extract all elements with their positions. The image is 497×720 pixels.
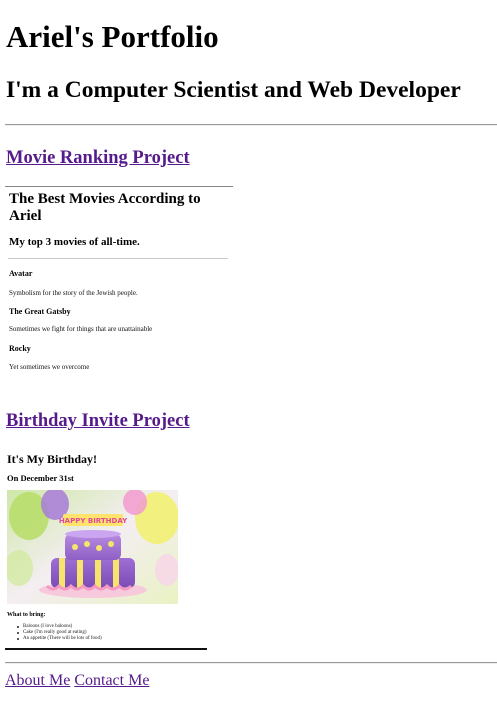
contact-me-link[interactable]: Contact Me (74, 672, 149, 689)
header-divider (5, 124, 497, 126)
preview-title: The Best Movies According to Ariel (9, 191, 201, 224)
movie-ranking-preview[interactable]: The Best Movies According to Ariel My to… (5, 186, 233, 382)
preview-border (5, 186, 233, 187)
birthday-cake-image: HAPPY BIRTHDAY (7, 490, 178, 604)
footer-nav: About Me Contact Me (5, 671, 149, 691)
bring-list-heading: What to bring: (7, 612, 46, 618)
birthday-invite-project-link[interactable]: Birthday Invite Project (6, 409, 190, 433)
movie-name: Avatar (9, 269, 33, 278)
preview-divider (8, 258, 228, 259)
preview-border (5, 648, 207, 650)
movie-ranking-project-link[interactable]: Movie Ranking Project (6, 146, 190, 170)
movie-name: Rocky (9, 344, 31, 353)
preview-title: It's My Birthday! (7, 452, 97, 466)
movie-description: Symbolism for the story of the Jewish pe… (9, 289, 138, 297)
birthday-invite-preview[interactable]: It's My Birthday! On December 31st HAPPY… (5, 446, 207, 651)
bring-list: Baloons (I love baloons) Cake (I'm reall… (17, 624, 102, 642)
movie-description: Sometimes we fight for things that are u… (9, 325, 153, 333)
portfolio-page: Ariel's Portfolio I'm a Computer Scienti… (0, 0, 497, 720)
footer-divider (5, 662, 497, 664)
list-item: An appetite (There will be lots of food) (17, 636, 102, 642)
page-title: Ariel's Portfolio (6, 19, 219, 54)
preview-date: On December 31st (7, 473, 74, 483)
about-me-link[interactable]: About Me (5, 672, 70, 689)
page-subtitle: I'm a Computer Scientist and Web Develop… (6, 77, 461, 103)
movie-description: Yet sometimes we overcome (9, 363, 90, 371)
preview-subtitle: My top 3 movies of all-time. (9, 236, 140, 248)
movie-name: The Great Gatsby (9, 307, 71, 316)
svg-text:HAPPY BIRTHDAY: HAPPY BIRTHDAY (59, 517, 128, 525)
